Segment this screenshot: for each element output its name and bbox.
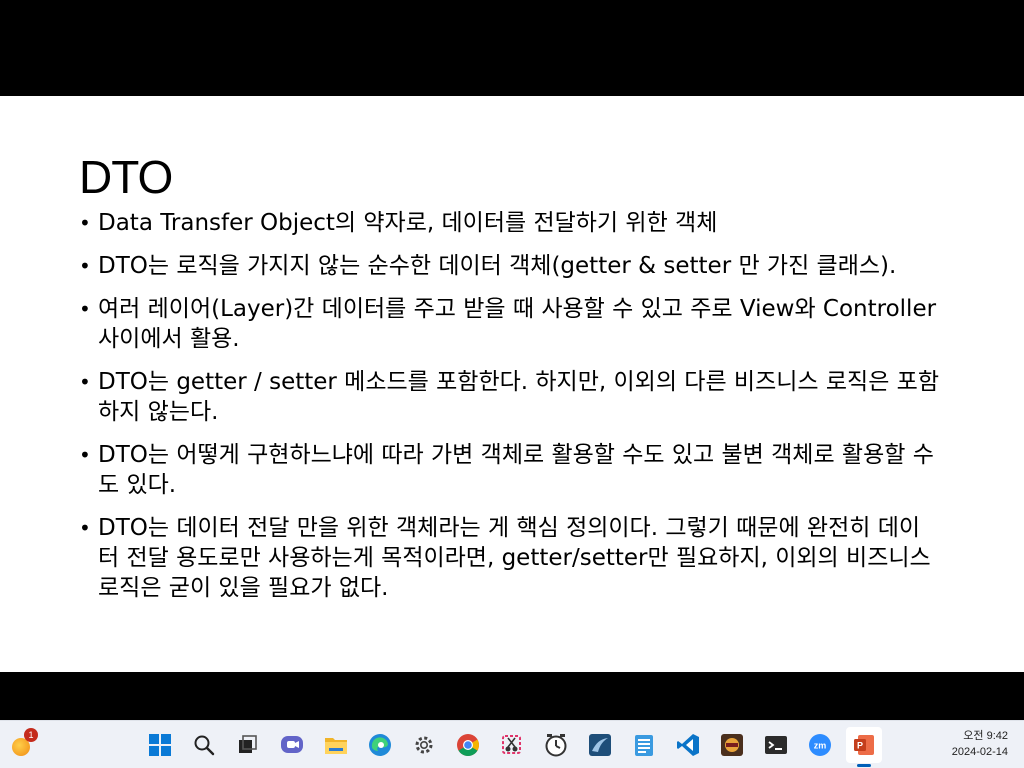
bullet-item: • 여러 레이어(Layer)간 데이터를 주고 받을 때 사용할 수 있고 주로… xyxy=(79,294,939,354)
bullet-dot-icon: • xyxy=(79,297,91,321)
bullet-dot-icon: • xyxy=(79,443,91,467)
slide: DTO • Data Transfer Object의 약자로, 데이터를 전달하… xyxy=(0,96,1024,672)
bullet-item: • DTO는 로직을 가지지 않는 순수한 데이터 객체(getter & set… xyxy=(79,251,939,281)
bullet-text: DTO는 로직을 가지지 않는 순수한 데이터 객체(getter & sett… xyxy=(98,253,897,279)
weather-widget-button[interactable]: 1 xyxy=(10,728,38,756)
active-app-indicator xyxy=(857,764,871,767)
clock-app-icon[interactable] xyxy=(538,727,574,763)
bullet-item: • DTO는 getter / setter 메소드를 포함한다. 하지만, 이외… xyxy=(79,367,939,427)
bullet-dot-icon: • xyxy=(79,370,91,394)
system-clock[interactable]: 오전 9:42 2024-02-14 xyxy=(952,728,1008,760)
clock-time: 오전 9:42 xyxy=(963,730,1008,742)
svg-text:zm: zm xyxy=(814,741,827,751)
bullet-text: Data Transfer Object의 약자로, 데이터를 전달하기 위한 … xyxy=(98,210,718,236)
bullet-list: • Data Transfer Object의 약자로, 데이터를 전달하기 위한… xyxy=(79,208,939,616)
zoom-icon[interactable]: zm xyxy=(802,727,838,763)
bullet-dot-icon: • xyxy=(79,254,91,278)
game-app-icon[interactable] xyxy=(714,727,750,763)
clock-date: 2024-02-14 xyxy=(951,746,1008,758)
task-view-icon[interactable] xyxy=(230,727,266,763)
screen: DTO • Data Transfer Object의 약자로, 데이터를 전달하… xyxy=(0,0,1024,768)
bullet-item: • Data Transfer Object의 약자로, 데이터를 전달하기 위한… xyxy=(79,208,939,238)
mysql-workbench-icon[interactable] xyxy=(582,727,618,763)
bottom-letterbox xyxy=(0,672,1024,720)
settings-gear-icon[interactable] xyxy=(406,727,442,763)
chat-icon[interactable] xyxy=(274,727,310,763)
file-explorer-icon[interactable] xyxy=(318,727,354,763)
bullet-text: DTO는 데이터 전달 만을 위한 객체라는 게 핵심 정의이다. 그렇기 때문… xyxy=(98,515,931,601)
notification-badge: 1 xyxy=(24,728,38,742)
vscode-icon[interactable] xyxy=(670,727,706,763)
powerpoint-icon[interactable]: P xyxy=(846,727,882,767)
windows-start-icon[interactable] xyxy=(142,727,178,763)
bullet-text: 여러 레이어(Layer)간 데이터를 주고 받을 때 사용할 수 있고 주로 … xyxy=(98,296,937,352)
bullet-item: • DTO는 어떻게 구현하느냐에 따라 가변 객체로 활용할 수도 있고 불변 … xyxy=(79,440,939,500)
bullet-item: • DTO는 데이터 전달 만을 위한 객체라는 게 핵심 정의이다. 그렇기 때… xyxy=(79,513,939,603)
slide-title: DTO xyxy=(79,151,173,203)
bullet-dot-icon: • xyxy=(79,516,91,540)
bullet-text: DTO는 어떻게 구현하느냐에 따라 가변 객체로 활용할 수도 있고 불변 객… xyxy=(98,442,934,498)
terminal-icon[interactable] xyxy=(758,727,794,763)
edge-browser-icon[interactable] xyxy=(362,727,398,763)
bullet-dot-icon: • xyxy=(79,211,91,235)
top-letterbox xyxy=(0,0,1024,96)
taskbar: 1 zm P 오전 9:42 2024-02-14 xyxy=(0,720,1024,768)
snipping-tool-icon[interactable] xyxy=(494,727,530,763)
search-icon[interactable] xyxy=(186,727,222,763)
svg-text:P: P xyxy=(857,741,863,751)
bullet-text: DTO는 getter / setter 메소드를 포함한다. 하지만, 이외의… xyxy=(98,369,939,425)
chrome-browser-icon[interactable] xyxy=(450,727,486,763)
notepad-icon[interactable] xyxy=(626,727,662,763)
